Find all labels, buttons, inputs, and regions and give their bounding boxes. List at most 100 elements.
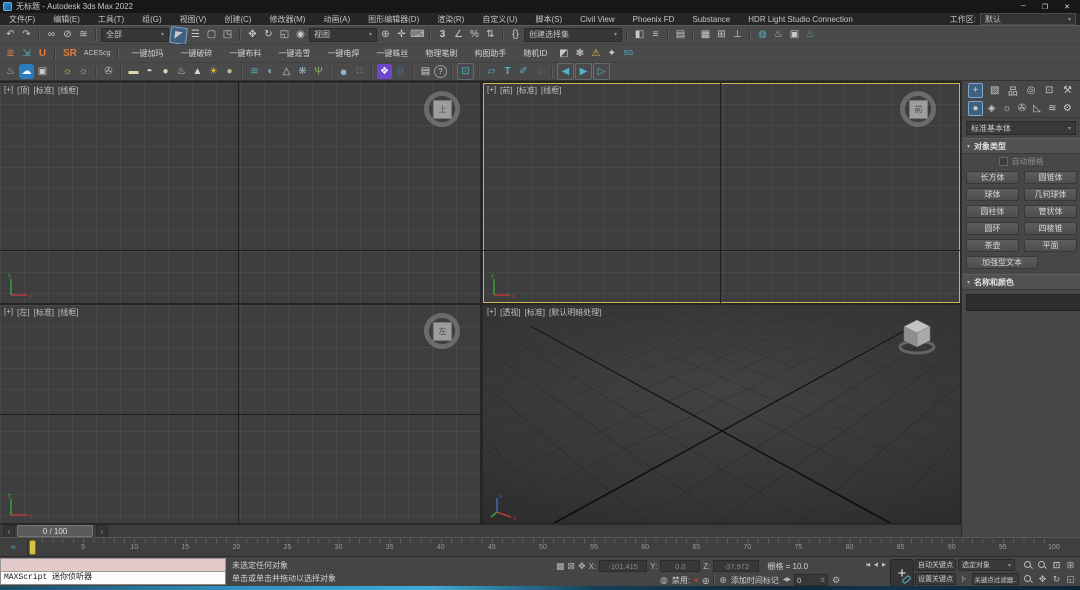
maximize-button[interactable]: ❐ <box>1042 3 1048 11</box>
key-mode-toggle-icon[interactable]: ◀▶ <box>783 577 790 583</box>
teapot-button[interactable]: 茶壶 <box>966 239 1019 252</box>
previous-frame-button[interactable]: ◀| <box>872 560 879 570</box>
select-and-move-icon[interactable]: ✥ <box>245 28 260 43</box>
object-type-rollout-header[interactable]: 对象类型 <box>962 138 1080 154</box>
viewport-style-label[interactable]: [标准] <box>34 307 54 318</box>
autogrid-checkbox[interactable] <box>999 157 1008 166</box>
zoom-extents-icon[interactable]: ⊡ <box>1050 559 1063 572</box>
maxscript-mini-listener[interactable]: MAXScript 迷你侦听器 <box>0 558 226 585</box>
textplus-button[interactable]: 加强型文本 <box>966 256 1038 269</box>
menu-phoenix-fd[interactable]: Phoenix FD <box>624 15 684 24</box>
menu-edit[interactable]: 编辑(E) <box>44 14 89 25</box>
viewport-shading-label[interactable]: [默认明暗处理] <box>549 307 601 318</box>
notification-icon[interactable]: ◍ <box>660 576 668 585</box>
viewcube[interactable]: 上 <box>422 89 462 129</box>
snap-toggle-3d-icon[interactable]: 3 <box>435 28 450 43</box>
light-comment-icon[interactable]: ☼ <box>60 64 75 79</box>
export-scene-icon[interactable]: ⇲ <box>19 46 34 61</box>
cylinder-button[interactable]: 圆柱体 <box>966 205 1019 218</box>
ribbon-toggle-icon[interactable]: ▦ <box>698 28 713 43</box>
category-lights-icon[interactable]: ☼ <box>1000 102 1013 115</box>
viewport-front[interactable]: [+] [前] [标准] [线框] 前 x y <box>483 83 960 303</box>
transform-typein-icon[interactable]: ✥ <box>578 562 586 571</box>
curve-editor-icon[interactable]: ⊞ <box>714 28 729 43</box>
viewport-top[interactable]: [+] [顶] [标准] [线框] 上 x y <box>0 83 480 303</box>
mini-curve-editor-icon[interactable]: ≈ <box>0 538 28 556</box>
grass-icon[interactable]: Ψ <box>311 64 326 79</box>
sun-icon[interactable]: ☀ <box>206 64 221 79</box>
key-settings-icon[interactable]: ⚙ <box>832 576 840 585</box>
box-button[interactable]: 长方体 <box>966 171 1019 184</box>
category-shapes-icon[interactable]: ◈ <box>985 102 998 115</box>
menu-rendering[interactable]: 渲染(R) <box>428 14 473 25</box>
select-and-place-icon[interactable]: ◉ <box>293 28 308 43</box>
menu-substance[interactable]: Substance <box>683 15 739 24</box>
window-preview-icon[interactable]: ▣ <box>35 64 50 79</box>
named-selection-dropdown[interactable]: 创建选择集 <box>524 28 622 42</box>
teapot-render-icon[interactable]: ♨ <box>3 64 18 79</box>
next-frame-arrow[interactable]: › <box>96 525 108 538</box>
current-frame-marker[interactable] <box>29 540 36 555</box>
viewport-menu-button[interactable]: [+] <box>487 307 496 318</box>
time-slider[interactable]: ‹ 0 / 100 › <box>0 524 961 537</box>
select-and-rotate-icon[interactable]: ↻ <box>261 28 276 43</box>
select-object-icon[interactable]: ◤ <box>169 25 188 44</box>
color-dots-icon[interactable]: ∷ <box>352 64 367 79</box>
menu-scripting[interactable]: 脚本(S) <box>526 14 571 25</box>
time-slider-handle[interactable]: 0 / 100 <box>17 525 93 537</box>
set-keys-button[interactable]: + <box>890 559 914 587</box>
isolate-selection-icon[interactable]: ▩ <box>556 562 565 571</box>
one-key-weld-button[interactable]: 一键电焊 <box>319 46 367 61</box>
warning-icon[interactable]: ⚠ <box>588 46 603 61</box>
viewcube-face[interactable]: 前 <box>909 100 928 119</box>
window-crossing-icon[interactable]: ◳ <box>220 28 235 43</box>
tab-display-icon[interactable]: ⊡ <box>1043 84 1056 97</box>
prev-arrow-box-icon[interactable]: ◀ <box>557 63 574 80</box>
y-coordinate-field[interactable]: 0.0 <box>660 560 700 572</box>
workspace-dropdown[interactable]: 默认 <box>980 13 1076 25</box>
viewcube[interactable] <box>894 315 940 357</box>
record-dot-icon[interactable]: ● <box>694 577 698 584</box>
viewport-style-label[interactable]: [标准] <box>517 85 537 96</box>
minimize-button[interactable]: ─ <box>1021 3 1026 11</box>
sphere-object-icon[interactable]: ● <box>158 64 173 79</box>
spinner-icon[interactable]: ⇅ <box>820 577 825 584</box>
viewport-style-label[interactable]: [标准] <box>34 85 54 96</box>
previous-frame-arrow[interactable]: ‹ <box>3 525 15 538</box>
app-icon[interactable] <box>3 2 12 11</box>
name-color-rollout-header[interactable]: 名称和颜色 <box>962 274 1080 290</box>
select-by-name-icon[interactable]: ☰ <box>188 28 203 43</box>
pyramid-button[interactable]: 四棱锥 <box>1024 222 1077 235</box>
gear-flower-icon[interactable]: ❃ <box>572 46 587 61</box>
sg-badge-icon[interactable]: SG <box>620 46 636 61</box>
macro-recorder-field[interactable] <box>0 558 226 572</box>
time-tag-icon[interactable]: ⊕ <box>719 576 727 585</box>
aces-colorspace-label[interactable]: ACEScg <box>81 46 113 61</box>
teapot-object-icon[interactable]: ♨ <box>174 64 189 79</box>
rendered-frame-icon[interactable]: ▣ <box>787 28 802 43</box>
orbit-icon[interactable]: ↻ <box>1050 573 1063 586</box>
camera-outline-icon[interactable]: △ <box>279 64 294 79</box>
viewport-menu-button[interactable]: [+] <box>4 307 13 318</box>
viewport-name-label[interactable]: [顶] <box>17 85 29 96</box>
add-time-tag-label[interactable]: 添加时间标记 <box>731 575 779 586</box>
ring-toggle-icon[interactable]: ◎ <box>702 576 709 585</box>
menu-customize[interactable]: 自定义(U) <box>473 14 526 25</box>
sphere-button[interactable]: 球体 <box>966 188 1019 201</box>
scene-explorer-icon[interactable]: ▤ <box>673 28 688 43</box>
menu-hdr-light-studio[interactable]: HDR Light Studio Connection <box>739 15 862 24</box>
select-and-link-icon[interactable]: ∞ <box>44 28 59 43</box>
align-icon[interactable]: ≡ <box>648 28 663 43</box>
box-object-icon[interactable]: ▬ <box>126 64 141 79</box>
uvw-tool-icon[interactable]: U <box>35 46 50 61</box>
subcategory-dropdown[interactable]: 标准基本体 <box>966 121 1076 135</box>
viewport-perspective[interactable]: [+] [透视] [标准] [默认明暗处理] x z <box>483 305 960 523</box>
menu-group[interactable]: 组(G) <box>133 14 171 25</box>
tube-button[interactable]: 管状体 <box>1024 205 1077 218</box>
new-key-icon[interactable]: ⊦ <box>958 573 970 585</box>
cone-object-icon[interactable]: ▲ <box>190 64 205 79</box>
x-coordinate-field[interactable]: -101.415 <box>599 560 647 572</box>
tab-modify-icon[interactable]: ▧ <box>988 84 1001 97</box>
selection-lock-icon[interactable]: ⊠ <box>568 562 576 571</box>
zoom-extents-all-icon[interactable]: ⊞ <box>1064 559 1077 572</box>
